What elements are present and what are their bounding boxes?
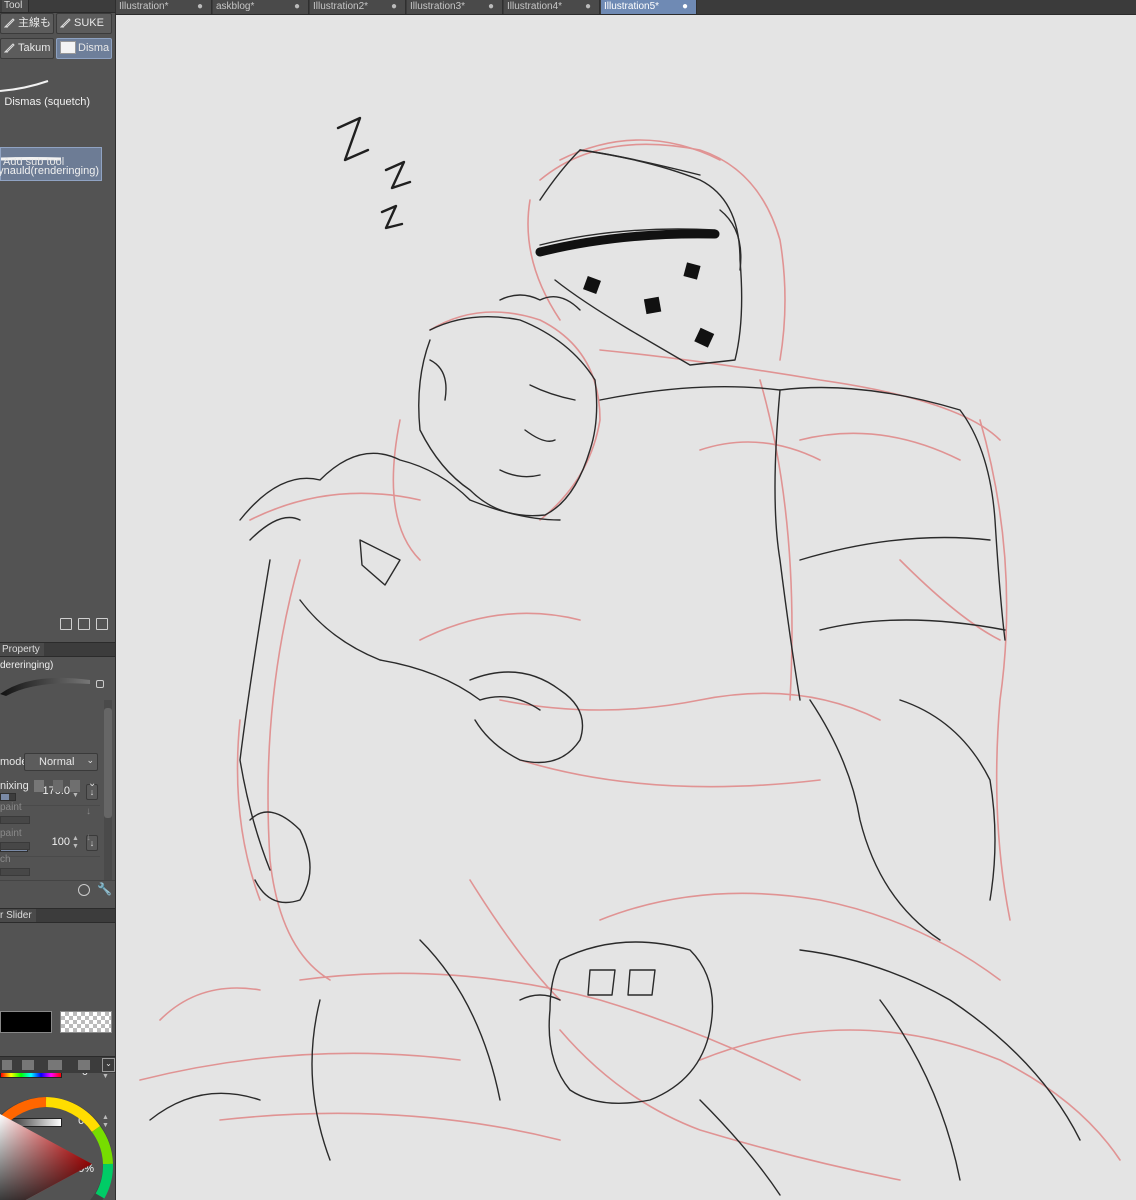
tool-button-label: Takum [18, 42, 51, 54]
document-tabs: Illustration* ● askblog* ● Illustration2* ●… [116, 0, 1136, 15]
disabled-field [0, 868, 30, 876]
tool-button-label: Disma [78, 42, 110, 54]
color-mixing-label: nixing [0, 780, 29, 792]
brush-item-dismas[interactable]: Dismas (squetch) [0, 77, 104, 111]
tool-button-label: SUKE [74, 17, 104, 29]
sleep-zzz-marks [336, 116, 412, 230]
pressure-icon: ↓ [86, 832, 91, 843]
download-icon[interactable] [60, 618, 72, 630]
left-panel: Tool 主線も SUKE Takum Disma Dismas (squetc… [0, 0, 116, 1200]
tool-panel-tab[interactable]: Tool [2, 0, 30, 12]
sketch-artwork [139, 116, 1121, 1196]
blend-mode-select[interactable]: Normal ⌄ [24, 753, 98, 771]
tab-illustration2[interactable]: Illustration2* ● [310, 0, 406, 14]
wrench-icon[interactable]: 🔧 [97, 882, 112, 896]
property-footer: 🔧 [0, 880, 115, 901]
color-wheel[interactable] [0, 1074, 116, 1200]
chevron-down-icon[interactable]: ⌄ [88, 778, 96, 789]
close-dot-icon[interactable]: ● [197, 0, 203, 13]
tab-illustration[interactable]: Illustration* ● [116, 0, 212, 14]
lock-icon[interactable] [96, 680, 104, 688]
pressure-icon: ↓ [86, 806, 91, 817]
reset-icon[interactable] [78, 884, 90, 896]
tab-illustration4[interactable]: Illustration4* ● [504, 0, 600, 14]
opacity-value[interactable]: 100 [52, 836, 70, 848]
tool-panel-title: Tool [0, 0, 115, 13]
tool-button-takum[interactable]: Takum [0, 38, 54, 59]
duplicate-icon[interactable] [78, 618, 90, 630]
tab-askblog[interactable]: askblog* ● [213, 0, 309, 14]
color-slider-title: r Slider [0, 908, 115, 923]
mix-mode-icon-1[interactable] [34, 780, 44, 792]
line-art-layer [149, 149, 1081, 1196]
intermediate-color-tab-icon[interactable] [48, 1060, 62, 1070]
approximate-color-tab-icon[interactable] [78, 1060, 90, 1070]
red-rough-sketch-layer [139, 139, 1121, 1181]
close-dot-icon[interactable]: ● [682, 0, 688, 13]
tab-illustration5[interactable]: Illustration5* ● [601, 0, 697, 14]
brush-preview-icon [0, 677, 90, 696]
tool-button-disma[interactable]: Disma [56, 38, 112, 59]
close-dot-icon[interactable]: ● [488, 0, 494, 13]
disabled-field [0, 816, 30, 824]
brush-stroke-preview-icon [0, 80, 49, 92]
close-dot-icon[interactable]: ● [585, 0, 591, 13]
pen-icon [4, 18, 15, 28]
spin-arrows-icon[interactable]: ▲▼ [71, 835, 80, 851]
brush-name: Dismas (squetch) [4, 96, 90, 108]
brush-thumbnail-icon [60, 41, 76, 54]
tab-illustration3[interactable]: Illustration3* ● [407, 0, 503, 14]
chevron-down-icon[interactable]: ⌄ [102, 1058, 115, 1072]
tool-button-label: 主線も [18, 17, 51, 29]
color-mixing-row: nixing ⌄ [0, 778, 100, 796]
pen-icon [4, 43, 15, 53]
chevron-down-icon: ⌄ [86, 755, 94, 765]
property-scrollbar[interactable] [104, 700, 112, 880]
color-wheel-tabs: ⌄ [0, 1056, 115, 1073]
helmet-visor-slit [535, 229, 720, 257]
close-dot-icon[interactable]: ● [294, 0, 300, 13]
mix-mode-icon-3[interactable] [70, 780, 80, 792]
trash-icon[interactable] [96, 618, 108, 630]
disabled-row-label: ch [0, 854, 11, 865]
tool-button-suke[interactable]: SUKE [56, 13, 112, 34]
disabled-field [0, 842, 30, 850]
close-dot-icon[interactable]: ● [391, 0, 397, 13]
property-tool-name: dereringing) [0, 660, 54, 671]
helmet-holes [583, 262, 715, 348]
property-panel-title: Property [0, 642, 115, 657]
tool-button-shusen[interactable]: 主線も [0, 13, 54, 34]
blend-mode-value: Normal [39, 756, 75, 768]
pen-icon [60, 18, 71, 28]
color-wheel-tab-icon[interactable] [2, 1060, 12, 1070]
blend-mode-row: mode Normal ⌄ [0, 753, 100, 773]
color-set-tab-icon[interactable] [22, 1060, 34, 1070]
drawing-canvas[interactable] [116, 15, 1136, 1200]
mix-mode-icon-2[interactable] [53, 780, 63, 792]
add-sub-tool[interactable]: Add sub tool [3, 156, 64, 168]
disabled-row-label: paint [0, 802, 22, 813]
subtool-actions [60, 618, 108, 633]
color-slider-tab[interactable]: r Slider [0, 909, 36, 922]
main-color-swatch[interactable] [0, 1011, 52, 1033]
property-panel-tab[interactable]: Property [0, 643, 44, 656]
disabled-row-label: paint [0, 828, 22, 839]
transparent-color-swatch[interactable] [60, 1011, 112, 1033]
